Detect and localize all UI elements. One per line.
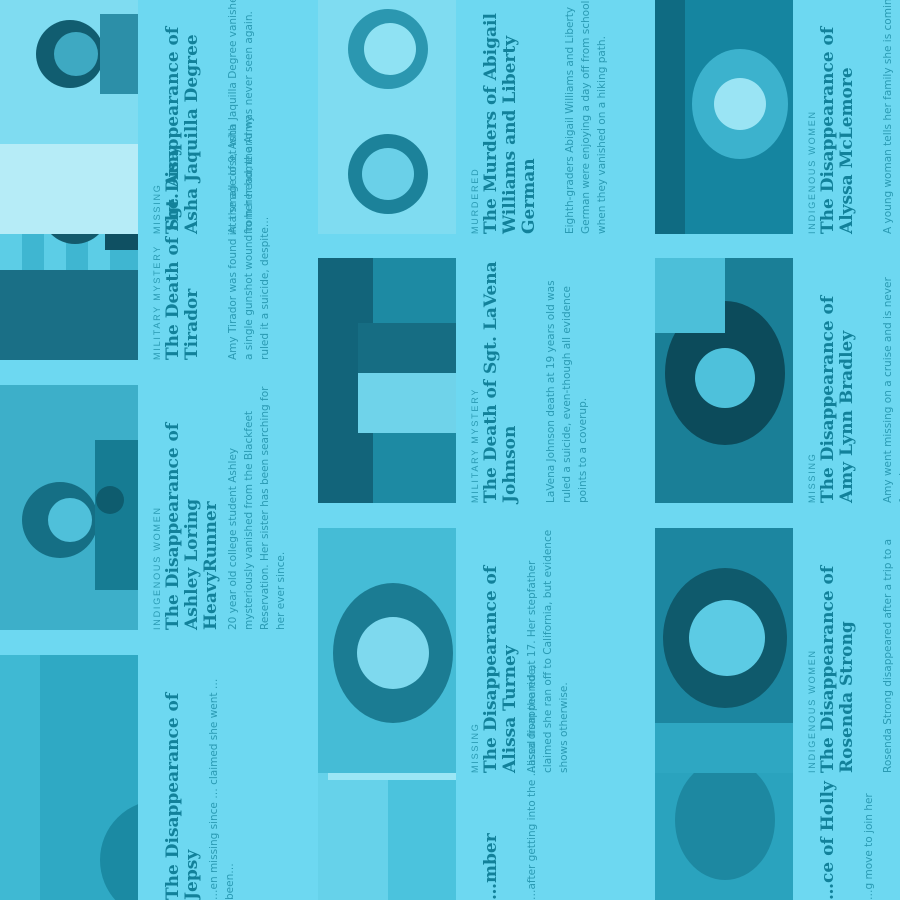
article-title[interactable]: The Disappearance of Ashley Loring Heavy…: [163, 385, 221, 630]
article-title[interactable]: The Disappearance of Jepsy: [163, 655, 202, 900]
article-category: Indigenous Women: [152, 506, 162, 630]
article-category: Murdered: [470, 167, 480, 234]
article-photo[interactable]: [0, 655, 138, 900]
rotated-grid-frame: The Disappearance of Jepsy …en missing s…: [0, 0, 900, 900]
article-photo[interactable]: [318, 0, 456, 234]
article-photo[interactable]: [655, 258, 793, 503]
article-description: A young woman tells her family she is co…: [882, 0, 894, 234]
article-photo[interactable]: [655, 0, 793, 234]
article-description: Alissa disappeared at 17. Her stepfather…: [526, 529, 570, 773]
article-category: Missing: [807, 452, 817, 503]
article-category: Missing: [152, 183, 162, 234]
article-category: Missing: [470, 722, 480, 773]
article-title[interactable]: The Murders of Abigail Williams and Libe…: [481, 0, 539, 234]
article-photo[interactable]: [318, 528, 456, 773]
article-title[interactable]: The Disappearance of Alyssa McLemore: [818, 0, 857, 234]
article-description: At the age of 9, Asha Jaquilla Degree va…: [227, 0, 255, 234]
article-title[interactable]: The Death of Sgt. LaVena Johnson: [481, 258, 520, 503]
article-photo[interactable]: [0, 0, 138, 234]
article-grid: The Disappearance of Jepsy …en missing s…: [0, 0, 900, 900]
article-category: Military Mystery: [152, 244, 162, 360]
article-description: LaVena Johnson death at 19 years old was…: [545, 280, 589, 503]
article-category: Indigenous Women: [807, 649, 817, 773]
article-title[interactable]: The Disappearance of Amy Lynn Bradley: [818, 258, 857, 503]
article-description: Amy went missing on a cruise and is neve…: [882, 277, 900, 503]
article-category: Military Mystery: [470, 387, 480, 503]
article-title[interactable]: The Disappearance of Asha Jaquilla Degre…: [163, 0, 202, 234]
article-title[interactable]: The Disappearance of Alissa Turney: [481, 528, 520, 773]
article-description: …en missing since … claimed she went … b…: [208, 678, 236, 900]
article-description: Rosenda Strong disappeared after a trip …: [882, 538, 894, 773]
article-category: Indigenous Women: [807, 110, 817, 234]
article-title[interactable]: The Disappearance of Rosenda Strong: [818, 528, 857, 773]
article-photo[interactable]: [318, 258, 456, 503]
article-description: Eighth-graders Abigail Williams and Libe…: [564, 0, 608, 234]
article-photo[interactable]: [655, 528, 793, 773]
article-description: …g move to join her: [863, 793, 875, 900]
article-description: 20 year old college student Ashley myste…: [227, 386, 287, 630]
article-photo[interactable]: [0, 385, 138, 630]
